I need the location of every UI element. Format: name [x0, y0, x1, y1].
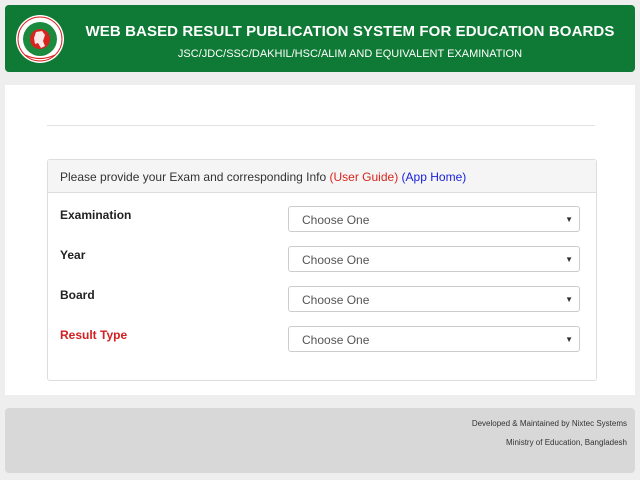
- footer-ministry: Ministry of Education, Bangladesh: [506, 438, 627, 447]
- year-label: Year: [60, 248, 86, 262]
- result-type-label: Result Type: [60, 328, 128, 342]
- year-select[interactable]: Choose One ▼: [288, 246, 580, 272]
- footer-developer-credit: Developed & Maintained by Nixtec Systems: [471, 419, 627, 428]
- examination-row: Examination Choose One ▼: [48, 206, 596, 234]
- year-row: Year Choose One ▼: [48, 246, 596, 274]
- page-subtitle: JSC/JDC/SSC/DAKHIL/HSC/ALIM AND EQUIVALE…: [177, 48, 523, 60]
- result-type-select-value: Choose One: [302, 333, 370, 347]
- examination-select[interactable]: Choose One ▼: [288, 206, 580, 232]
- examination-select-value: Choose One: [302, 213, 370, 227]
- exam-form-panel: Please provide your Exam and correspondi…: [47, 159, 597, 381]
- chevron-down-icon: ▼: [565, 335, 573, 344]
- year-select-value: Choose One: [302, 253, 370, 267]
- main-content: Please provide your Exam and correspondi…: [5, 85, 635, 395]
- panel-heading: Please provide your Exam and correspondi…: [48, 160, 596, 193]
- divider: [47, 125, 595, 126]
- board-select[interactable]: Choose One ▼: [288, 286, 580, 312]
- board-label: Board: [60, 288, 95, 302]
- page-footer: Developed & Maintained by Nixtec Systems…: [5, 408, 635, 473]
- paren-close-2: ): [462, 170, 467, 184]
- examination-label: Examination: [60, 208, 132, 222]
- chevron-down-icon: ▼: [565, 255, 573, 264]
- app-home-link[interactable]: App Home: [406, 170, 463, 184]
- page-header: WEB BASED RESULT PUBLICATION SYSTEM FOR …: [5, 5, 635, 72]
- paren-open-2: (: [398, 170, 406, 184]
- page-title: WEB BASED RESULT PUBLICATION SYSTEM FOR …: [85, 23, 615, 40]
- panel-heading-text: Please provide your Exam and correspondi…: [60, 170, 330, 184]
- chevron-down-icon: ▼: [565, 295, 573, 304]
- result-type-select[interactable]: Choose One ▼: [288, 326, 580, 352]
- result-type-row: Result Type Choose One ▼: [48, 326, 596, 354]
- board-select-value: Choose One: [302, 293, 370, 307]
- government-seal-icon: [16, 15, 64, 63]
- user-guide-link[interactable]: User Guide: [334, 170, 395, 184]
- board-row: Board Choose One ▼: [48, 286, 596, 314]
- chevron-down-icon: ▼: [565, 215, 573, 224]
